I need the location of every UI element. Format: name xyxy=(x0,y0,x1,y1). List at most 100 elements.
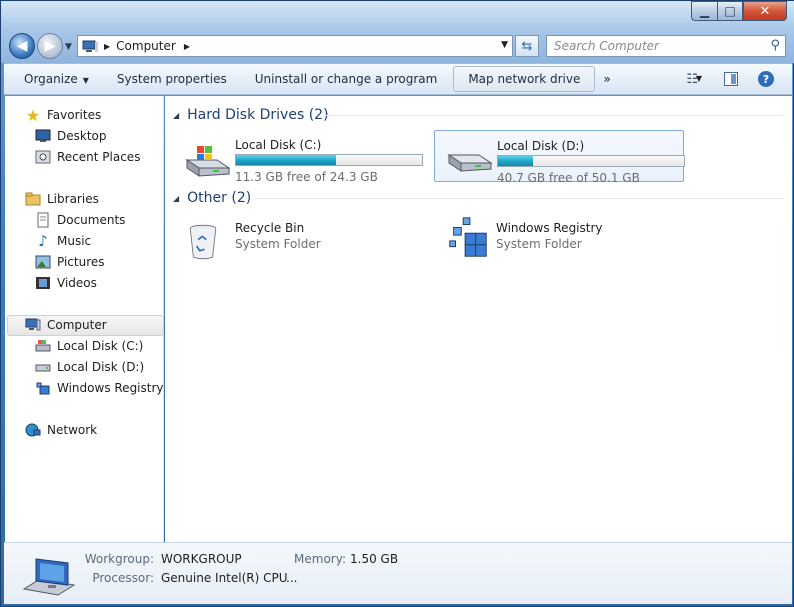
hard-drive-icon xyxy=(447,154,493,172)
search-input[interactable] xyxy=(554,39,754,53)
back-button[interactable]: ◀ xyxy=(9,33,35,59)
music-icon: ♪ xyxy=(38,232,48,250)
breadcrumb-computer[interactable]: Computer xyxy=(116,39,176,53)
nav-item-pictures[interactable]: Pictures xyxy=(35,252,105,272)
item-type: System Folder xyxy=(235,237,321,251)
computer-icon xyxy=(25,317,41,333)
drive-tile-c[interactable]: Local Disk (C:) 11.3 GB free of 24.3 GB xyxy=(173,130,423,184)
nav-item-music[interactable]: ♪ Music xyxy=(35,231,91,251)
item-type: System Folder xyxy=(496,237,582,251)
windows-drive-icon xyxy=(35,338,51,354)
forward-arrow-icon: ▶ xyxy=(44,38,56,54)
group-divider xyxy=(325,115,783,116)
help-icon[interactable]: ? xyxy=(758,71,774,87)
system-properties-button[interactable]: System properties xyxy=(103,67,241,91)
minimize-button[interactable]: ▁ xyxy=(691,1,717,21)
windows-registry-tile[interactable]: Windows Registry System Folder xyxy=(434,213,684,265)
registry-icon xyxy=(35,380,51,396)
back-arrow-icon: ◀ xyxy=(16,38,28,54)
nav-label: Music xyxy=(57,234,92,248)
item-name: Recycle Bin xyxy=(235,221,305,235)
disk-usage-fill xyxy=(498,156,533,166)
recent-places-icon xyxy=(35,149,51,165)
nav-label: Computer xyxy=(47,318,107,332)
nav-item-local-disk-c[interactable]: Local Disk (C:) xyxy=(35,336,143,356)
map-network-drive-button[interactable]: Map network drive xyxy=(453,66,596,92)
videos-icon xyxy=(35,275,51,291)
refresh-button[interactable]: ⇆ xyxy=(515,35,539,57)
nav-item-favorites[interactable]: ★ Favorites xyxy=(25,105,101,125)
recycle-bin-icon xyxy=(189,224,217,260)
uninstall-program-button[interactable]: Uninstall or change a program xyxy=(241,67,452,91)
nav-label: Libraries xyxy=(47,192,99,206)
group-divider xyxy=(255,198,783,199)
collapse-triangle-icon[interactable]: ◢ xyxy=(173,111,179,120)
nav-item-windows-registry[interactable]: Windows Registry xyxy=(35,378,164,398)
network-icon xyxy=(25,422,41,438)
drive-free-space: 40.7 GB free of 50.1 GB xyxy=(497,171,640,185)
disk-usage-bar xyxy=(497,155,685,167)
navigation-pane: ★ Favorites Desktop Recent Places Librar… xyxy=(5,96,164,542)
breadcrumb-arrow-icon[interactable]: ▶ xyxy=(104,42,110,51)
processor-value: Genuine Intel(R) CPU xyxy=(161,571,288,585)
processor-label: Processor: xyxy=(92,571,154,585)
disk-usage-fill xyxy=(236,155,336,165)
chevron-down-icon: ▼ xyxy=(82,76,89,85)
search-box[interactable]: ⚲ xyxy=(546,35,786,57)
content-area: ◢ Hard Disk Drives (2) Local Disk (C:) 1… xyxy=(165,96,792,542)
pictures-icon xyxy=(35,254,51,270)
breadcrumb-arrow-icon[interactable]: ▶ xyxy=(184,42,190,51)
refresh-icon: ⇆ xyxy=(521,38,533,54)
nav-item-videos[interactable]: Videos xyxy=(35,273,97,293)
collapse-triangle-icon[interactable]: ◢ xyxy=(173,194,179,203)
workgroup-value: WORKGROUP xyxy=(161,552,242,566)
nav-item-desktop[interactable]: Desktop xyxy=(35,126,107,146)
close-button[interactable]: ✕ xyxy=(743,1,787,21)
nav-label: Windows Registry xyxy=(57,381,164,395)
group-header-label: Hard Disk Drives (2) xyxy=(187,107,329,123)
nav-item-local-disk-d[interactable]: Local Disk (D:) xyxy=(35,357,144,377)
forward-button[interactable]: ▶ xyxy=(37,33,63,59)
hard-drive-icon xyxy=(35,359,51,375)
nav-item-computer[interactable]: Computer xyxy=(25,315,107,335)
organize-button[interactable]: Organize ▼ xyxy=(4,67,103,91)
nav-label: Local Disk (C:) xyxy=(57,339,144,353)
address-bar[interactable]: ▶ Computer ▶ ▼ xyxy=(77,35,513,57)
workgroup-label: Workgroup: xyxy=(84,552,154,566)
explorer-window: ▁ □ ✕ ◀ ▶ ▼ ▶ Computer ▶ ▼ ⇆ ⚲ Organize ▼… xyxy=(0,0,794,607)
details-pane: Workgroup: WORKGROUP Memory: 1.50 GB Pro… xyxy=(4,542,792,604)
search-icon[interactable]: ⚲ xyxy=(770,38,780,53)
desktop-icon xyxy=(35,128,51,144)
more-commands-button[interactable]: » xyxy=(603,72,610,86)
nav-item-libraries[interactable]: Libraries xyxy=(25,189,99,209)
group-header-hard-disk-drives[interactable]: ◢ Hard Disk Drives (2) xyxy=(173,105,329,125)
maximize-button[interactable]: □ xyxy=(717,1,743,21)
nav-label: Videos xyxy=(57,276,97,290)
memory-label: Memory: xyxy=(294,552,346,566)
drive-name: Local Disk (D:) xyxy=(497,139,585,153)
command-bar: Organize ▼ System properties Uninstall or… xyxy=(4,63,792,95)
preview-pane-button[interactable] xyxy=(724,72,738,86)
nav-item-documents[interactable]: Documents xyxy=(35,210,125,230)
registry-icon xyxy=(449,217,487,257)
computer-icon xyxy=(82,40,98,52)
view-dropdown-icon[interactable]: ▼ xyxy=(696,74,702,83)
documents-icon xyxy=(35,212,51,228)
recycle-bin-tile[interactable]: Recycle Bin System Folder xyxy=(173,213,423,265)
windows-drive-icon xyxy=(185,146,231,177)
computer-icon xyxy=(22,558,76,596)
nav-label: Favorites xyxy=(47,108,102,122)
disk-usage-bar xyxy=(235,154,423,166)
memory-value: 1.50 GB xyxy=(350,552,399,566)
nav-label: Local Disk (D:) xyxy=(57,360,145,374)
star-icon: ★ xyxy=(25,105,41,125)
recent-pages-dropdown[interactable]: ▼ xyxy=(65,42,72,52)
drive-free-space: 11.3 GB free of 24.3 GB xyxy=(235,170,378,184)
libraries-icon xyxy=(25,191,41,207)
drive-tile-d[interactable]: Local Disk (D:) 40.7 GB free of 50.1 GB xyxy=(434,130,685,185)
nav-item-recent-places[interactable]: Recent Places xyxy=(35,147,140,167)
group-header-other[interactable]: ◢ Other (2) xyxy=(173,188,251,208)
organize-label: Organize xyxy=(24,72,78,86)
address-dropdown-icon[interactable]: ▼ xyxy=(501,40,508,50)
nav-item-network[interactable]: Network xyxy=(25,420,97,440)
